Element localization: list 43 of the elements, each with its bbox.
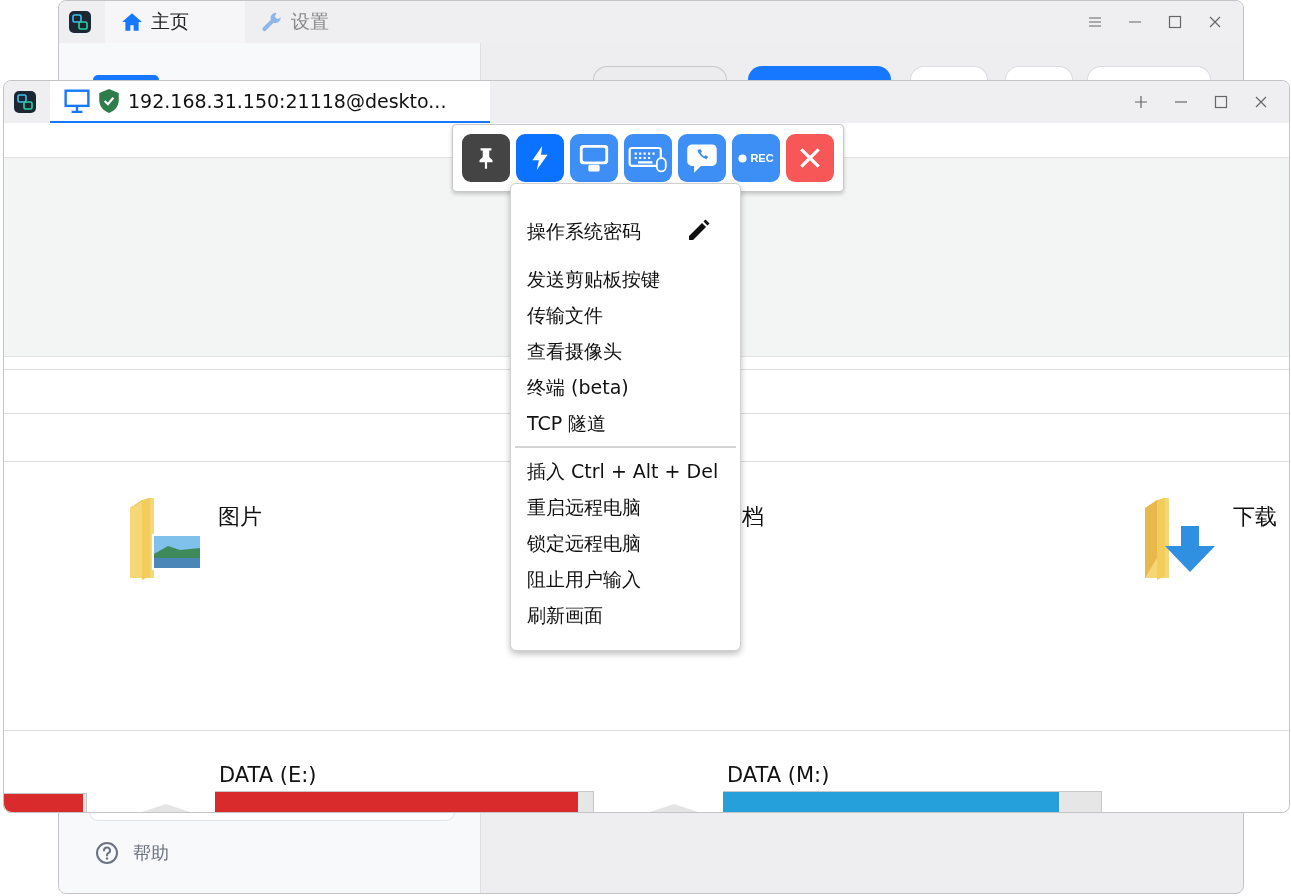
drive-label: DATA (M:) — [726, 763, 831, 787]
menu-item[interactable]: 重启远程电脑 — [511, 489, 740, 525]
monitor-icon — [64, 89, 90, 113]
close-icon[interactable] — [1253, 94, 1269, 110]
menu-item[interactable]: 阻止用户输入 — [511, 561, 740, 597]
menu-item[interactable]: 终端 (beta) — [511, 369, 740, 405]
menu-item[interactable]: 发送剪贴板按键 — [511, 261, 740, 297]
app-logo-icon — [69, 11, 91, 33]
pin-button[interactable] — [462, 134, 510, 182]
folder-item[interactable]: 下载 — [1143, 498, 1277, 580]
tab[interactable]: 主页 — [105, 1, 245, 43]
action-button[interactable] — [516, 134, 564, 182]
button[interactable] — [93, 75, 159, 80]
menu-item[interactable]: 刷新画面 — [511, 597, 740, 633]
help-link[interactable]: 帮助 — [59, 821, 480, 893]
menu-item[interactable]: TCP 隧道 — [511, 405, 740, 441]
menu-icon[interactable] — [1087, 14, 1103, 30]
menu-item[interactable]: 插入 Ctrl + Alt + Del — [511, 453, 740, 489]
button[interactable] — [748, 66, 891, 80]
menu-item[interactable]: 锁定远程电脑 — [511, 525, 740, 561]
folder-item[interactable]: 档 — [742, 498, 764, 532]
shield-check-icon — [98, 88, 120, 114]
add-icon[interactable] — [1133, 94, 1149, 110]
wrench-icon — [261, 11, 283, 33]
menu-item[interactable]: 查看摄像头 — [511, 333, 740, 369]
pencil-icon[interactable] — [686, 219, 710, 243]
keyboard-button[interactable] — [624, 134, 672, 182]
close-icon[interactable] — [1207, 14, 1223, 30]
chat-button[interactable] — [678, 134, 726, 182]
connection-tab[interactable]: 192.168.31.150:21118@deskto... — [50, 81, 490, 123]
record-dot-icon — [738, 153, 748, 163]
drive-label: DATA (E:) — [218, 763, 318, 787]
menu-item[interactable]: 传输文件 — [511, 297, 740, 333]
maximize-icon[interactable] — [1213, 94, 1229, 110]
folder-item[interactable]: 图片 — [128, 498, 262, 580]
home-icon — [121, 11, 143, 33]
help-icon — [95, 841, 119, 865]
close-button[interactable] — [786, 134, 834, 182]
app-logo-icon — [14, 91, 36, 113]
menu-item[interactable]: 操作系统密码 — [527, 219, 641, 243]
display-button[interactable] — [570, 134, 618, 182]
maximize-icon[interactable] — [1167, 14, 1183, 30]
close-icon — [797, 145, 823, 171]
